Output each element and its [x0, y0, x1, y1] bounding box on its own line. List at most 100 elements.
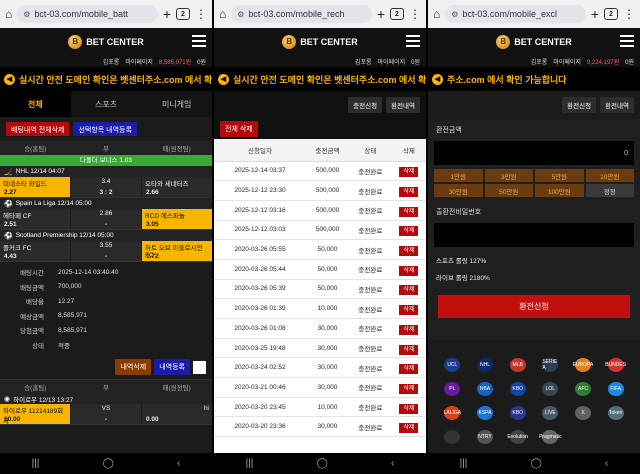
url-bar[interactable]: ⚙ bct-03.com/mobile_rech: [231, 5, 372, 23]
exchange-history-button[interactable]: 환전내역: [386, 97, 420, 113]
hamburger-menu-icon[interactable]: [620, 35, 634, 50]
league-row: ⚽ Scotland Premiership 12/14 05:00: [0, 230, 212, 241]
delete-row-button[interactable]: 삭제: [399, 383, 419, 394]
delete-all-button[interactable]: 배팅내역 전체삭제: [6, 122, 70, 136]
partner-logo: KSPA: [476, 406, 493, 420]
charge-table: 신청일자 충전금액 상태 삭제 2025-12-14 03:37 500,000 충전완료…: [214, 139, 426, 438]
delete-row-button[interactable]: 삭제: [399, 403, 419, 414]
submit-exchange-button[interactable]: 환전신청: [438, 295, 630, 318]
home-icon[interactable]: ⌂: [5, 7, 12, 21]
amount-button[interactable]: 10만원: [585, 169, 634, 182]
delete-row-button[interactable]: 삭제: [399, 226, 419, 237]
delete-row-button[interactable]: 삭제: [399, 167, 419, 178]
site-settings-icon[interactable]: ⚙: [451, 10, 458, 19]
recents-icon[interactable]: |||: [32, 458, 40, 469]
away-odds[interactable]: 오타와 세네터즈 2.66: [142, 177, 212, 197]
notice-ticker: ◀ 실시간 안전 도메인 확인은 벳센터주소.com 에서 확인: [214, 67, 426, 91]
amount-button[interactable]: 1만원: [434, 169, 483, 182]
new-tab-icon[interactable]: +: [163, 6, 171, 22]
draw-odds[interactable]: 3.55-: [71, 241, 141, 261]
back-icon[interactable]: ‹: [391, 458, 394, 469]
password-input[interactable]: [434, 223, 634, 247]
delete-row-button[interactable]: 삭제: [399, 305, 419, 316]
partner-logo: NBA: [476, 382, 493, 396]
amount-button[interactable]: 5만원: [535, 169, 584, 182]
tab-switcher-button[interactable]: 2: [390, 8, 404, 20]
username: 김포롱: [102, 59, 120, 66]
register-history-button[interactable]: 내역등록: [154, 359, 190, 375]
recents-icon[interactable]: |||: [460, 458, 468, 469]
away-odds[interactable]: 하트 오브 미들로시언 FC 1.72: [142, 241, 212, 261]
tab-switcher-button[interactable]: 2: [604, 8, 618, 20]
recents-icon[interactable]: |||: [246, 458, 254, 469]
amount-button[interactable]: 100만원: [535, 184, 584, 197]
hamburger-menu-icon[interactable]: [192, 35, 206, 50]
home-icon[interactable]: ⌂: [219, 7, 226, 21]
site-logo[interactable]: B BET CENTER: [68, 34, 144, 49]
amount-input[interactable]: 0: [434, 141, 634, 165]
amount-button[interactable]: 3만원: [484, 169, 533, 182]
site-settings-icon[interactable]: ⚙: [23, 10, 30, 19]
delete-row-button[interactable]: 삭제: [399, 246, 419, 257]
home-nav-icon[interactable]: ◯: [531, 458, 542, 469]
new-tab-icon[interactable]: +: [377, 6, 385, 22]
delete-row-button[interactable]: 삭제: [399, 423, 419, 434]
reset-button[interactable]: 정정: [585, 184, 634, 197]
site-logo[interactable]: B BET CENTER: [282, 34, 358, 49]
home-odds[interactable]: 미네소타 와일드 2.27: [0, 177, 70, 197]
delete-row-button[interactable]: 삭제: [399, 285, 419, 296]
table-row: 2020-03-21 00:46 30,000 충전완료 삭제: [214, 377, 426, 398]
exchange-request-button[interactable]: 환전신청: [562, 97, 597, 113]
draw-odds[interactable]: 3.4 3 : 2: [71, 177, 141, 197]
draw-odds[interactable]: 2.86-: [71, 209, 141, 229]
delete-row-button[interactable]: 삭제: [399, 324, 419, 335]
site-settings-icon[interactable]: ⚙: [237, 10, 244, 19]
android-nav-bar: ||| ◯ ‹: [0, 453, 212, 474]
home-odds[interactable]: 하이로우 11214189회차 10.00: [0, 404, 70, 425]
mypage-link[interactable]: 마이페이지: [553, 57, 581, 66]
balance: 9,224,197원: [586, 59, 620, 66]
tab-sports[interactable]: 스포츠: [71, 91, 142, 117]
more-menu-icon[interactable]: ⋮: [623, 7, 635, 21]
tab-all[interactable]: 전체: [0, 91, 71, 117]
point: 0원: [625, 59, 634, 66]
delete-row-button[interactable]: 삭제: [399, 364, 419, 375]
table-row: 2020-03-26 01:39 10,000 충전완료 삭제: [214, 298, 426, 319]
more-menu-icon[interactable]: ⋮: [195, 7, 207, 21]
delete-row-button[interactable]: 삭제: [399, 265, 419, 276]
url-bar[interactable]: ⚙ bct-03.com/mobile_batt: [17, 5, 158, 23]
tab-switcher-button[interactable]: 2: [176, 8, 190, 20]
tab-minigame[interactable]: 미니게임: [141, 91, 212, 117]
delete-row-button[interactable]: 삭제: [399, 187, 419, 198]
charge-request-button[interactable]: 충전신청: [348, 97, 383, 113]
mypage-link[interactable]: 마이페이지: [125, 57, 153, 66]
home-icon[interactable]: ⌂: [433, 7, 440, 21]
mypage-link[interactable]: 마이페이지: [378, 57, 406, 66]
more-menu-icon[interactable]: ⋮: [409, 7, 421, 21]
new-tab-icon[interactable]: +: [591, 6, 599, 22]
away-odds[interactable]: hi 0.00: [142, 404, 212, 424]
delete-history-button[interactable]: 내역삭제: [115, 359, 152, 375]
amount-button[interactable]: 30만원: [434, 184, 483, 197]
android-nav-bar: ||| ◯ ‹: [214, 453, 426, 474]
sports-rolling: 스포츠 롤링 127%: [436, 257, 487, 265]
hamburger-menu-icon[interactable]: [406, 35, 420, 50]
select-checkbox[interactable]: [193, 360, 206, 374]
user-bar: 김포롱 마이페이지 8,585,971원 0원: [0, 55, 212, 67]
url-bar[interactable]: ⚙ bct-03.com/mobile_excl: [445, 5, 586, 23]
delete-row-button[interactable]: 삭제: [399, 344, 419, 355]
home-nav-icon[interactable]: ◯: [103, 458, 114, 469]
away-odds[interactable]: RCD 에스파뇰 3.05: [142, 209, 212, 229]
exchange-history-button[interactable]: 환전내역: [600, 97, 634, 113]
home-nav-icon[interactable]: ◯: [317, 458, 328, 469]
delete-all-button[interactable]: 전체 삭제: [220, 121, 258, 137]
amount-button[interactable]: 50만원: [484, 184, 533, 197]
back-icon[interactable]: ‹: [605, 458, 608, 469]
draw-odds[interactable]: VS -: [71, 404, 141, 424]
home-odds[interactable]: 폴커크 FC 4.43: [0, 241, 70, 261]
home-odds[interactable]: 헤타페 CF 2.51: [0, 209, 70, 229]
back-icon[interactable]: ‹: [177, 458, 180, 469]
site-logo[interactable]: B BET CENTER: [496, 34, 572, 49]
delete-row-button[interactable]: 삭제: [399, 206, 419, 217]
register-selected-button[interactable]: 선택항목 내역등록: [73, 122, 137, 136]
